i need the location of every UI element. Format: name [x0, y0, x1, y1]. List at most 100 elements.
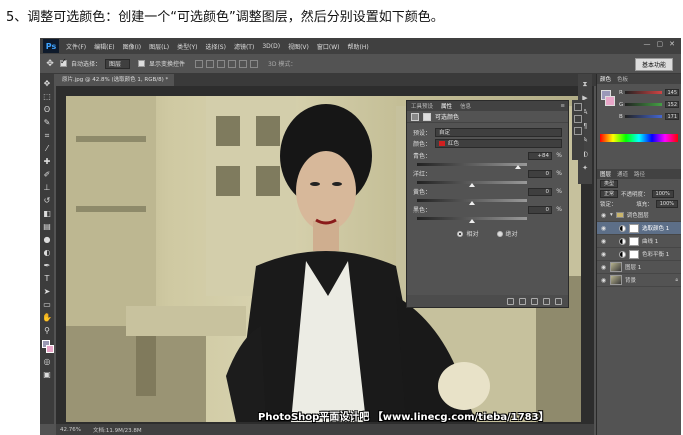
visibility-eye-icon[interactable]: ◉: [600, 212, 607, 219]
quick-mask-icon[interactable]: ◎: [42, 356, 53, 367]
pen-tool-icon[interactable]: ✒: [42, 260, 53, 271]
history-brush-icon[interactable]: ↺: [42, 195, 53, 206]
channel-r-value[interactable]: 145: [665, 89, 679, 96]
menu-select[interactable]: 选择(S): [201, 42, 230, 51]
menu-3d[interactable]: 3D(D): [258, 43, 284, 50]
menu-filter[interactable]: 滤镜(T): [230, 42, 258, 51]
fill-input[interactable]: 100%: [655, 200, 678, 208]
layer-mask-thumbnail[interactable]: [629, 249, 639, 259]
align-hcenter-icon[interactable]: [239, 59, 248, 68]
menu-view[interactable]: 视图(V): [284, 42, 313, 51]
eyedropper-tool-icon[interactable]: ⁄: [42, 143, 53, 154]
slider-yellow-input[interactable]: 0: [528, 187, 552, 196]
tab-swatches[interactable]: 色板: [617, 75, 628, 83]
layer-selective-color[interactable]: ◉ 选取颜色 1: [597, 222, 681, 235]
crop-tool-icon[interactable]: ⌗: [42, 130, 53, 141]
styles-panel-icon[interactable]: ✦: [581, 164, 590, 173]
shape-tool-icon[interactable]: ▭: [42, 299, 53, 310]
menu-help[interactable]: 帮助(H): [344, 42, 373, 51]
channel-b-value[interactable]: 171: [665, 113, 679, 120]
color-swatches[interactable]: [41, 340, 54, 354]
tab-channels[interactable]: 通道: [617, 170, 628, 178]
layer-filter-dropdown[interactable]: 类型: [600, 180, 619, 188]
visibility-eye-icon[interactable]: ◉: [600, 264, 607, 271]
marquee-tool-icon[interactable]: ⬚: [42, 91, 53, 102]
healing-brush-icon[interactable]: ✚: [42, 156, 53, 167]
slider-magenta-thumb[interactable]: [469, 183, 475, 187]
align-right-icon[interactable]: [250, 59, 259, 68]
opacity-input[interactable]: 100%: [651, 190, 674, 198]
blur-tool-icon[interactable]: ●: [42, 234, 53, 245]
delete-icon[interactable]: [555, 297, 562, 305]
document-tab[interactable]: 原片.jpg @ 42.8% (选取颜色 1, RGB/8) *: [56, 74, 175, 86]
visibility-eye-icon[interactable]: ◉: [600, 238, 607, 245]
align-bottom-icon[interactable]: [217, 59, 226, 68]
tab-tool-presets[interactable]: 工具预设: [411, 102, 433, 110]
layer-mask-thumbnail[interactable]: [629, 223, 639, 233]
colors-dropdown[interactable]: 红色: [435, 139, 562, 148]
tab-paths[interactable]: 路径: [634, 170, 645, 178]
zoom-level[interactable]: 42.76%: [60, 427, 81, 433]
workspace-dropdown[interactable]: 基本功能: [634, 58, 673, 71]
menu-type[interactable]: 类型(Y): [173, 42, 201, 51]
hand-tool-icon[interactable]: ✋: [42, 312, 53, 323]
close-button[interactable]: ✕: [669, 40, 675, 48]
align-left-icon[interactable]: [228, 59, 237, 68]
layer-mask-thumbnail[interactable]: [629, 236, 639, 246]
eraser-tool-icon[interactable]: ◧: [42, 208, 53, 219]
visibility-eye-icon[interactable]: ◉: [600, 225, 607, 232]
brush-tool-icon[interactable]: ✐: [42, 169, 53, 180]
slider-cyan-thumb[interactable]: [515, 165, 522, 169]
move-tool-icon[interactable]: ✥: [42, 78, 53, 89]
tab-color[interactable]: 颜色: [600, 75, 611, 83]
channel-g-value[interactable]: 152: [665, 101, 679, 108]
channel-b-slider[interactable]: [625, 115, 662, 118]
menu-file[interactable]: 文件(F): [62, 42, 90, 51]
auto-select-checkbox[interactable]: [60, 57, 67, 67]
channel-r-slider[interactable]: [625, 91, 662, 94]
zoom-tool-icon[interactable]: ⚲: [42, 325, 53, 336]
tab-info[interactable]: 信息: [460, 102, 471, 110]
layer-curves[interactable]: ◉ 曲线 1: [597, 235, 681, 248]
minimize-button[interactable]: —: [644, 40, 651, 48]
method-relative-radio[interactable]: 相对: [457, 229, 479, 238]
tab-properties[interactable]: 属性: [441, 102, 452, 110]
layer-group[interactable]: ◉ ▾ 调色图层: [597, 209, 681, 222]
history-panel-icon[interactable]: ⧗: [581, 80, 590, 89]
color-panel-background[interactable]: [605, 96, 615, 106]
panel-menu-icon[interactable]: ≡: [560, 103, 565, 109]
screen-mode-icon[interactable]: ▣: [42, 369, 53, 380]
menu-window[interactable]: 窗口(W): [313, 42, 344, 51]
gradient-tool-icon[interactable]: ▤: [42, 221, 53, 232]
slider-black-input[interactable]: 0: [528, 205, 552, 214]
reset-icon[interactable]: [531, 297, 538, 305]
clip-to-layer-icon[interactable]: [507, 297, 514, 305]
tab-layers[interactable]: 图层: [600, 170, 611, 178]
align-top-icon[interactable]: [195, 59, 204, 68]
move-tool-icon[interactable]: ✥: [44, 58, 56, 70]
menu-edit[interactable]: 编辑(E): [90, 42, 118, 51]
dodge-tool-icon[interactable]: ◐: [42, 247, 53, 258]
menu-image[interactable]: 图像(I): [119, 42, 145, 51]
stamp-tool-icon[interactable]: ⊥: [42, 182, 53, 193]
slider-yellow-track[interactable]: [417, 199, 527, 205]
slider-cyan-input[interactable]: +84: [528, 151, 552, 160]
slider-black-track[interactable]: [417, 217, 527, 223]
lasso-tool-icon[interactable]: ʘ: [42, 104, 53, 115]
view-previous-icon[interactable]: [519, 297, 526, 305]
blend-mode-dropdown[interactable]: 正常: [600, 190, 619, 198]
method-absolute-radio[interactable]: 绝对: [496, 229, 518, 238]
disclosure-triangle-icon[interactable]: ▾: [610, 212, 613, 218]
layer-mask-icon[interactable]: [423, 112, 431, 121]
panel-option-icon[interactable]: [574, 115, 582, 123]
panel-option-icon-2[interactable]: [574, 127, 582, 135]
visibility-icon[interactable]: [543, 297, 550, 305]
slider-yellow-thumb[interactable]: [469, 201, 475, 205]
slider-magenta-input[interactable]: 0: [528, 169, 552, 178]
visibility-eye-icon[interactable]: ◉: [600, 251, 607, 258]
align-vcenter-icon[interactable]: [206, 59, 215, 68]
slider-magenta-track[interactable]: [417, 181, 527, 187]
maximize-button[interactable]: ▢: [657, 40, 664, 48]
collapse-panel-icon[interactable]: [574, 103, 582, 111]
slider-black-thumb[interactable]: [469, 219, 475, 223]
